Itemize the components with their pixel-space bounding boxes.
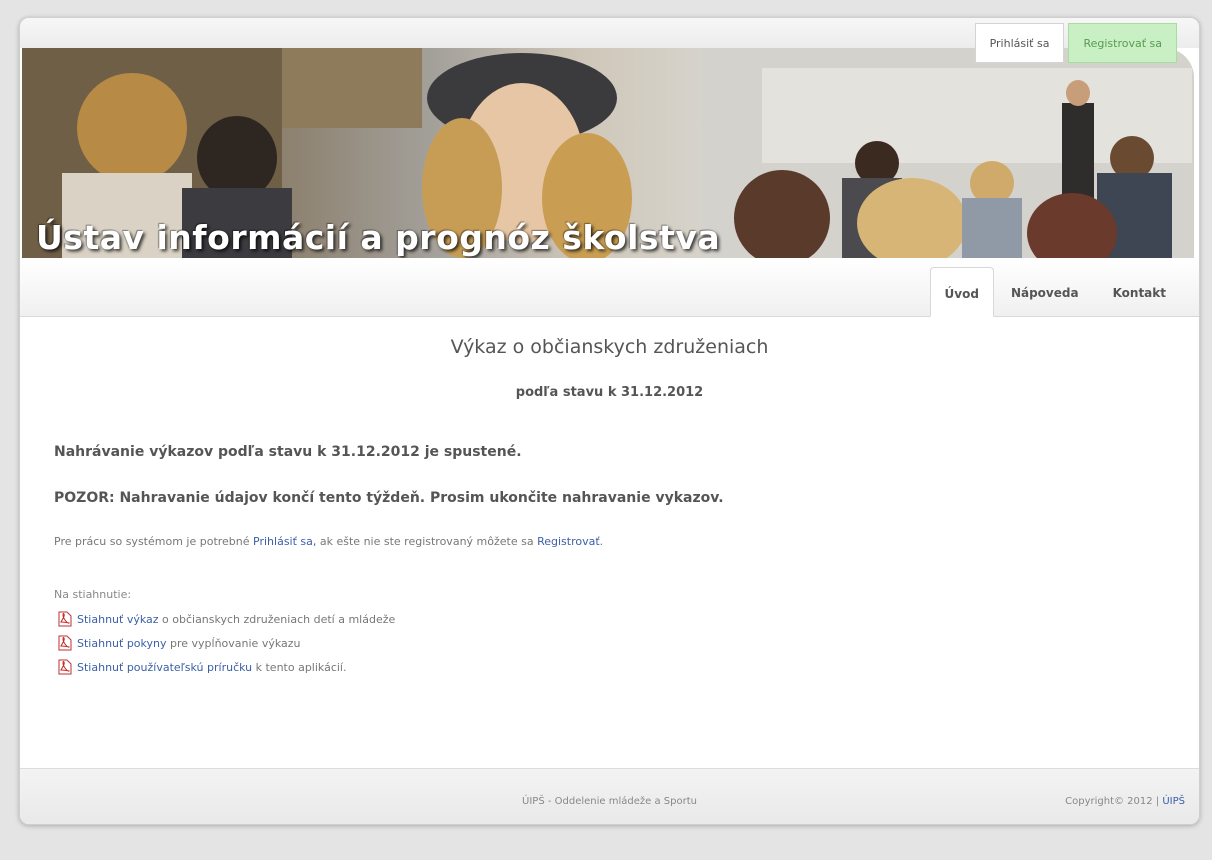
auth-buttons: Prihlásiť sa Registrovať sa [974,23,1177,63]
footer-department: ÚIPŠ - Oddelenie mládeže a Sportu [522,796,697,807]
download-manual-link[interactable]: Stiahnuť používateľskú príručku [77,661,252,674]
download-item: Stiahnuť výkaz o občianskych združeniach… [58,611,395,627]
info-middle: ak ešte nie ste registrovaný môžete sa [316,535,538,548]
page-title: Výkaz o občianskych združeniach [450,336,769,358]
pdf-icon [58,635,72,651]
download-form-link[interactable]: Stiahnuť výkaz [77,613,159,626]
info-text: Pre prácu so systémom je potrebné Prihlá… [54,535,603,548]
download-item: Stiahnuť používateľskú príručku k tento … [58,659,347,675]
tab-napoveda[interactable]: Nápoveda [994,267,1096,317]
pdf-icon [58,611,72,627]
download-instructions-text: pre vypĺňovanie výkazu [166,636,301,650]
nav-bar: Úvod Nápoveda Kontakt [20,258,1199,317]
login-button[interactable]: Prihlásiť sa [974,23,1065,63]
download-instructions-link[interactable]: Stiahnuť pokyny [77,637,167,650]
footer-copyright: Copyright© 2012 | ÚIPŠ [1065,796,1185,807]
footer: ÚIPŠ - Oddelenie mládeže a Sportu Copyri… [20,768,1199,824]
copyright-text: Copyright© 2012 | [1065,796,1163,807]
info-prefix: Pre prácu so systémom je potrebné [54,535,254,548]
nav-tabs: Úvod Nápoveda Kontakt [929,267,1183,317]
downloads-title: Na stiahnutie: [54,588,132,601]
download-form-text: o občianskych združeniach detí a mládeže [158,612,396,626]
notice-upload-started: Nahrávanie výkazov podľa stavu k 31.12.2… [54,444,522,460]
download-manual-text: k tento aplikácií. [252,660,347,674]
page-subtitle: podľa stavu k 31.12.2012 [515,385,704,400]
copyright-link[interactable]: ÚIPŠ [1162,796,1185,807]
page-container: Ústav informácií a prognóz školstva Prih… [19,17,1200,825]
tab-uvod[interactable]: Úvod [929,267,994,317]
register-button[interactable]: Registrovať sa [1068,23,1177,63]
download-item: Stiahnuť pokyny pre vypĺňovanie výkazu [58,635,301,651]
info-suffix: . [599,535,604,548]
site-title: Ústav informácií a prognóz školstva [36,218,721,257]
pdf-icon [58,659,72,675]
tab-kontakt[interactable]: Kontakt [1096,267,1183,317]
notice-warning: POZOR: Nahravanie údajov končí tento týž… [54,490,724,506]
info-login-link[interactable]: Prihlásiť sa, [253,535,316,548]
info-register-link[interactable]: Registrovať [537,535,600,548]
header-banner: Ústav informácií a prognóz školstva [22,48,1194,258]
